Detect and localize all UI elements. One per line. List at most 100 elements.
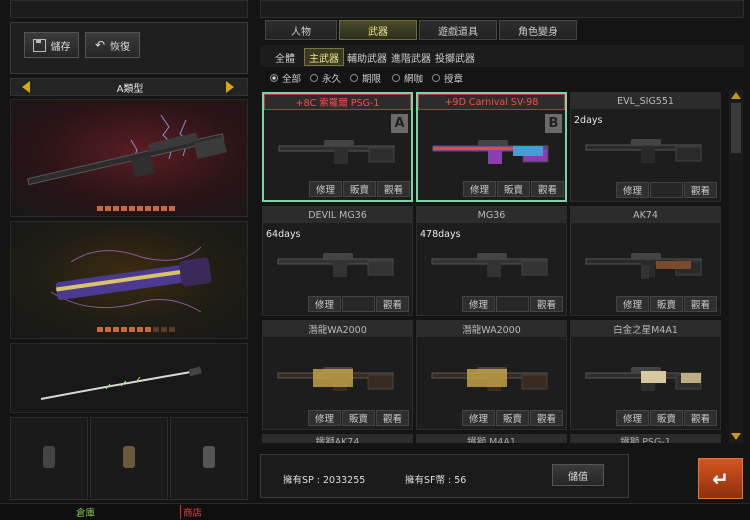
weapon-days: 478days [420,229,461,240]
grenade-slot-2[interactable] [90,417,168,500]
weapon-image [427,243,557,283]
filter-option-4[interactable]: 授章 [432,71,463,85]
grenade-icon [123,446,135,468]
tab-1[interactable]: 武器 [339,20,417,40]
weapon-name-next-row[interactable]: 鐵獅 PSG-1 [570,434,721,443]
view-button[interactable]: 觀看 [530,296,563,312]
sniper1-gun-image [278,140,395,164]
sniper2-gun-image [432,140,549,164]
sniper-rifle-image [26,114,227,186]
subtab-1[interactable]: 主武器 [304,48,344,66]
weapon-card[interactable]: EVL_SIG551 2days 修理 觀看 [570,92,721,202]
tab-3[interactable]: 角色變身 [499,20,577,40]
subtab-4[interactable]: 投擲武器 [432,48,478,66]
subtab-3[interactable]: 進階武器 [390,48,432,66]
filter-option-1[interactable]: 永久 [310,71,341,85]
primary-weapon-preview[interactable] [10,99,248,217]
mg-gun-image [277,253,394,277]
repair-button[interactable]: 修理 [308,296,341,312]
weapon-name: MG36 [417,207,566,223]
prev-class-arrow-icon[interactable] [22,81,30,93]
weapon-image [427,357,557,397]
next-class-arrow-icon[interactable] [226,81,234,93]
repair-button[interactable]: 修理 [616,182,649,198]
sell-button[interactable]: 販賣 [650,296,683,312]
weapon-name: +9D Carnival SV-98 [418,94,565,110]
weapon-name: 潛龍WA2000 [417,321,566,337]
grid-scrollbar[interactable] [729,89,743,443]
floppy-icon [32,38,46,52]
weapon-name: EVL_SIG551 [571,93,720,109]
class-label: A類型 [116,84,144,95]
radio-icon [310,74,318,82]
view-button[interactable]: 觀看 [531,181,564,197]
weapon-name-next-row[interactable]: 鐵獅 M4A1 [416,434,567,443]
save-button[interactable]: 儲存 [24,32,79,58]
upgrade-pip [169,206,175,211]
repair-button[interactable]: 修理 [462,410,495,426]
weapon-card[interactable]: 白金之星M4A1 修理 販賣 觀看 [570,320,721,430]
view-button[interactable]: 觀看 [530,410,563,426]
radio-icon [350,74,358,82]
repair-button[interactable]: 修理 [462,296,495,312]
view-button[interactable]: 觀看 [684,182,717,198]
sell-button[interactable]: 販賣 [650,410,683,426]
weapon-card[interactable]: AK74 修理 販賣 觀看 [570,206,721,316]
radio-icon [392,74,400,82]
upgrade-pip [105,206,111,211]
weapon-card[interactable]: +8C 索羅爾 PSG-1 A 修理 販賣 觀看 [262,92,413,202]
view-button[interactable]: 觀看 [376,296,409,312]
view-button[interactable]: 觀看 [684,296,717,312]
melee-weapon-preview[interactable] [10,343,248,413]
scroll-down-arrow-icon[interactable] [731,433,741,440]
subtab-0[interactable]: 全體 [268,48,302,66]
weapon-card[interactable]: +9D Carnival SV-98 B 修理 販賣 觀看 [416,92,567,202]
scroll-thumb[interactable] [731,103,741,153]
tab-2[interactable]: 遊戲道具 [419,20,497,40]
sword-image [40,366,202,400]
repair-button[interactable]: 修理 [616,296,649,312]
filter-option-2[interactable]: 期限 [350,71,381,85]
upgrade-pip [145,206,151,211]
weapon-card[interactable]: 潛龍WA2000 修理 販賣 觀看 [416,320,567,430]
view-button[interactable]: 觀看 [376,410,409,426]
view-button[interactable]: 觀看 [684,410,717,426]
card-actions: 修理 觀看 [616,182,717,198]
weapon-card[interactable]: 潛龍WA2000 修理 販賣 觀看 [262,320,413,430]
repair-button[interactable]: 修理 [309,181,342,197]
enter-button[interactable]: ↵ [698,458,743,499]
store-value-button[interactable]: 儲值 [552,464,604,486]
warehouse-tab[interactable]: 倉庫 [76,505,95,519]
sell-button[interactable]: 販賣 [496,410,529,426]
footer-bar [0,503,750,520]
tab-0[interactable]: 人物 [265,20,337,40]
upgrade-pip [129,206,135,211]
subtab-2[interactable]: 輔助武器 [346,48,388,66]
repair-button[interactable]: 修理 [616,410,649,426]
mg-gun-image [431,253,548,277]
view-button[interactable]: 觀看 [377,181,410,197]
shop-tab[interactable]: 商店 [180,505,202,519]
grenade-slot-3[interactable] [170,417,248,500]
sell-button[interactable]: 販賣 [342,410,375,426]
weapon-image [274,130,404,170]
repair-button[interactable]: 修理 [308,410,341,426]
weapon-name: DEVIL MG36 [263,207,412,223]
scroll-up-arrow-icon[interactable] [731,92,741,99]
filter-option-3[interactable]: 網咖 [392,71,423,85]
repair-button[interactable]: 修理 [463,181,496,197]
secondary-weapon-preview[interactable] [10,221,248,339]
weapon-name-next-row[interactable]: 鐵獅AK74 [262,434,413,443]
weapon-name: 白金之星M4A1 [571,321,720,337]
sell-button[interactable]: 販賣 [343,181,376,197]
weapon-name: 潛龍WA2000 [263,321,412,337]
weapon-card[interactable]: DEVIL MG36 64days 修理 觀看 [262,206,413,316]
top-left-bar [10,0,248,18]
upgrade-pip [97,327,103,332]
restore-button[interactable]: ↶ 恢復 [85,32,140,58]
sell-button[interactable]: 販賣 [497,181,530,197]
grenade-slot-1[interactable] [10,417,88,500]
weapon-name: AK74 [571,207,720,223]
weapon-card[interactable]: MG36 478days 修理 觀看 [416,206,567,316]
filter-option-0[interactable]: 全部 [270,71,301,85]
